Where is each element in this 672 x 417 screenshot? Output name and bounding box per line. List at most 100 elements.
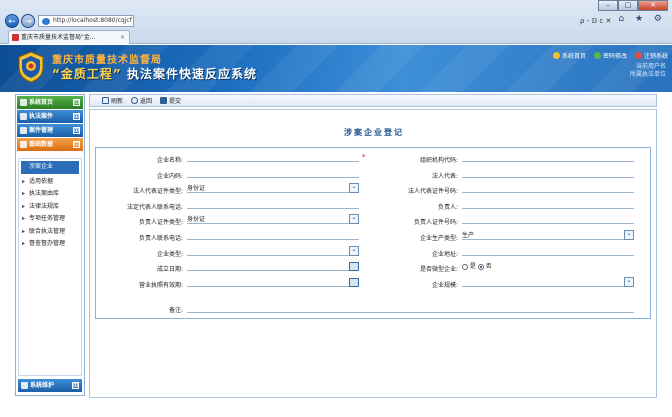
database-icon <box>20 141 27 148</box>
legal-phone-input[interactable] <box>187 201 359 209</box>
label-company-address: 企业地址: <box>431 251 458 258</box>
label-micro-enterprise: 是否微型企业: <box>419 266 458 273</box>
label-remarks: 备注: <box>168 307 183 314</box>
sidebar-item-basis[interactable]: 适用依据 <box>19 176 81 189</box>
principal-id-number-input[interactable] <box>462 216 634 224</box>
user-unit: 所属执法单位 <box>629 71 666 78</box>
sidebar-item-enterprises[interactable]: 涉案企业 <box>21 161 79 174</box>
company-scale-select[interactable] <box>462 277 634 287</box>
main-panel: 涉案企业登记 企业名称: * 企业内码: 法人代表证件类型: 身份证 法定代表人… <box>89 109 657 398</box>
label-principal-id-number: 负责人证件号码: <box>413 219 458 226</box>
label-org-code: 组织机构代码: <box>419 157 458 164</box>
label-principal-id-type: 负责人证件类型: <box>138 219 183 226</box>
collapse-icon[interactable]: ⊟ <box>73 99 80 106</box>
sidebar-head-basic-data[interactable]: 基础数据 ⊟ <box>17 138 83 151</box>
principal-id-type-select[interactable]: 身份证 <box>187 214 359 224</box>
radio-yes[interactable] <box>462 263 468 270</box>
sidebar-head-maintenance[interactable]: 系统维护 ⊞ <box>18 379 82 392</box>
back-button[interactable]: 返回 <box>131 96 152 105</box>
established-date-input[interactable] <box>187 262 359 271</box>
label-established-date: 成立日期: <box>156 266 183 273</box>
company-code-input[interactable] <box>187 170 359 178</box>
radio-no[interactable] <box>477 263 484 270</box>
maximize-button[interactable]: □ <box>618 0 638 11</box>
close-window-button[interactable]: ✕ <box>638 0 668 11</box>
company-address-input[interactable] <box>462 248 634 256</box>
production-type-select[interactable]: 生产 <box>462 230 634 240</box>
refresh-icon <box>102 97 109 104</box>
sidebar-item-special-tasks[interactable]: 专项任务管理 <box>19 213 81 226</box>
micro-enterprise-radio-group: 是 否 <box>462 263 492 271</box>
ie-logo-icon <box>42 18 50 25</box>
tab-favicon-icon <box>12 34 19 41</box>
sidebar-item-supervision[interactable]: 督查督办管理 <box>19 238 81 251</box>
label-production-type: 企业生产类型: <box>419 235 458 242</box>
sidebar: 系统首页 ⊟ 执法案件 ⊞ 案件管理 ⊞ 基础数据 ⊟ 涉案企业 适用依据 执法… <box>15 94 85 396</box>
collapse-icon[interactable]: ⊟ <box>73 141 80 148</box>
label-legal-id-type: 法人代表证件类型: <box>132 188 183 195</box>
home-icon <box>20 99 27 106</box>
address-text: http://localhost:8080/cqjcf <box>53 17 132 24</box>
sidebar-head-case-management[interactable]: 案件管理 ⊞ <box>17 124 83 137</box>
enterprise-form: 企业名称: * 企业内码: 法人代表证件类型: 身份证 法定代表人联系电话: 负… <box>95 147 651 319</box>
expand-icon[interactable]: ⊞ <box>72 382 79 389</box>
sidebar-head-home[interactable]: 系统首页 ⊟ <box>17 96 83 109</box>
label-legal-phone: 法定代表人联系电话: <box>126 204 183 211</box>
address-bar[interactable]: http://localhost:8080/cqjcf <box>38 15 134 27</box>
toolbar: 刷新 返回 提交 <box>89 94 657 107</box>
back-icon <box>131 97 139 104</box>
label-principal: 负责人: <box>437 204 458 211</box>
current-user: 当前用户名 <box>635 63 666 70</box>
company-name-input[interactable] <box>187 154 359 162</box>
company-type-select[interactable] <box>187 246 359 256</box>
refresh-button[interactable]: 刷新 <box>102 96 123 105</box>
license-validity-input[interactable] <box>187 278 359 287</box>
expand-icon[interactable]: ⊞ <box>73 113 80 120</box>
folder-icon <box>20 113 27 120</box>
power-icon <box>634 52 642 59</box>
sidebar-submenu: 涉案企业 适用依据 执法案由库 法律法规库 专项任务管理 联合执法管理 督查督办… <box>18 158 82 376</box>
sidebar-item-case-causes[interactable]: 执法案由库 <box>19 188 81 201</box>
save-icon <box>160 97 168 104</box>
submit-button[interactable]: 提交 <box>160 96 181 105</box>
back-arrow-icon[interactable]: ← <box>5 14 19 28</box>
sidebar-item-joint-enforcement[interactable]: 联合执法管理 <box>19 226 81 239</box>
home-link[interactable]: 系统首页 <box>552 51 586 60</box>
org-code-input[interactable] <box>462 154 634 162</box>
legal-id-type-select[interactable]: 身份证 <box>187 183 359 193</box>
label-principal-phone: 负责人联系电话: <box>138 235 183 242</box>
browser-chrome: – □ ✕ ← → http://localhost:8080/cqjcf ρ … <box>0 0 672 44</box>
radio-no-label: 否 <box>485 263 492 270</box>
app-header: 重庆市质量技术监督局 “金质工程” 执法案件快速反应系统 系统首页 密码修改 注… <box>0 45 672 92</box>
org-name: 重庆市质量技术监督局 <box>52 55 162 66</box>
legal-rep-input[interactable] <box>462 170 634 178</box>
address-tools[interactable]: ρ - 𝔻 c ✕ <box>580 17 611 25</box>
emblem-icon <box>18 51 44 83</box>
logout-link[interactable]: 注销系统 <box>634 51 668 60</box>
system-title: “金质工程” 执法案件快速反应系统 <box>52 67 257 81</box>
change-password-link[interactable]: 密码修改 <box>593 51 627 60</box>
forward-arrow-icon[interactable]: → <box>21 14 35 28</box>
browser-tab[interactable]: 重庆市质量技术监督局"金... × <box>8 30 130 44</box>
user-info: 当前用户名 所属执法单位 <box>630 63 666 79</box>
principal-phone-input[interactable] <box>187 232 359 240</box>
label-license-validity: 营业执照有效期: <box>138 282 183 289</box>
remarks-input[interactable] <box>187 305 634 313</box>
tab-title: 重庆市质量技术监督局"金... <box>21 34 96 41</box>
radio-yes-label: 是 <box>469 263 476 270</box>
tab-close-button[interactable]: × <box>120 31 125 44</box>
briefcase-icon <box>20 127 27 134</box>
label-company-code: 企业内码: <box>156 173 183 180</box>
sidebar-head-cases[interactable]: 执法案件 ⊞ <box>17 110 83 123</box>
wrench-icon <box>21 382 28 389</box>
key-icon <box>593 52 601 59</box>
minimize-button[interactable]: – <box>598 0 618 11</box>
sidebar-item-laws[interactable]: 法律法规库 <box>19 201 81 214</box>
principal-input[interactable] <box>462 201 634 209</box>
label-company-type: 企业类型: <box>156 251 183 258</box>
expand-icon[interactable]: ⊞ <box>73 127 80 134</box>
legal-id-number-input[interactable] <box>462 185 634 193</box>
required-mark: * <box>362 153 366 161</box>
label-company-scale: 企业规模: <box>431 282 458 289</box>
home-favorites-tools-icons[interactable]: ⌂ ★ ⚙ <box>618 14 666 24</box>
